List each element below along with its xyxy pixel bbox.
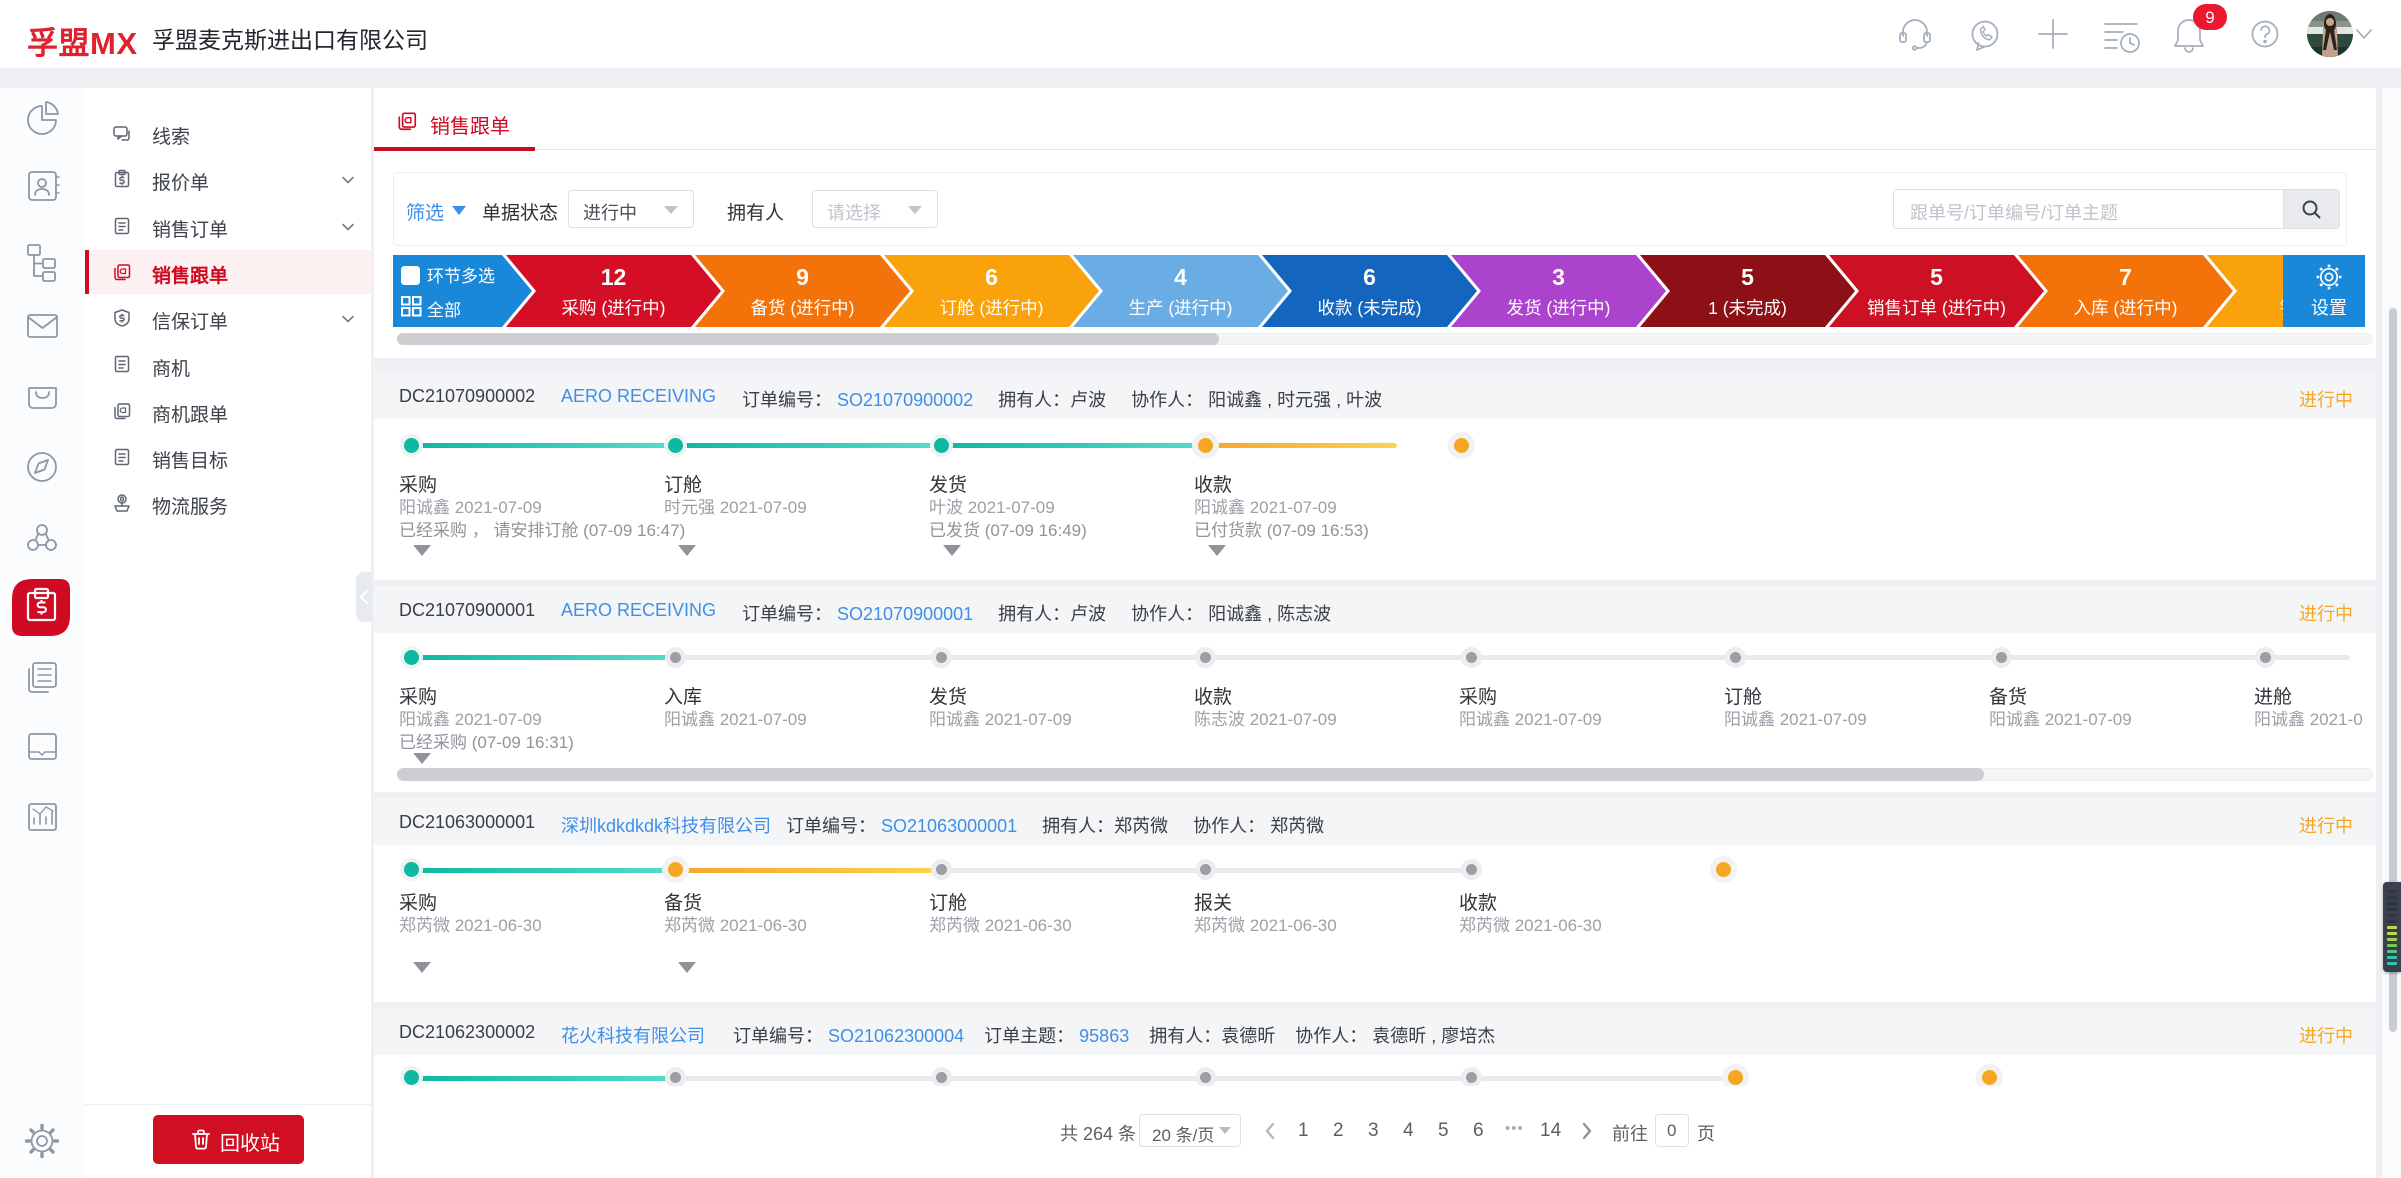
svg-text:5: 5 (1741, 264, 1754, 290)
svg-text:6: 6 (1363, 264, 1376, 290)
svg-text:12: 12 (601, 264, 627, 290)
svg-text:全部: 全部 (427, 301, 461, 320)
svg-text:1 (未完成): 1 (未完成) (1708, 298, 1787, 318)
svg-text:订舱 (进行中): 订舱 (进行中) (939, 298, 1043, 318)
svg-text:入库 (进行中): 入库 (进行中) (2073, 298, 2177, 318)
svg-text:销售订单 (进行中): 销售订单 (进行中) (1867, 298, 2006, 318)
svg-text:9: 9 (2205, 8, 2214, 27)
svg-text:环节多选: 环节多选 (427, 267, 495, 286)
svg-text:5: 5 (1930, 264, 1943, 290)
svg-text:4: 4 (1174, 264, 1187, 290)
svg-text:发货 (进行中): 发货 (进行中) (1506, 298, 1610, 318)
svg-text:备货 (进行中): 备货 (进行中) (750, 298, 854, 318)
svg-text:9: 9 (796, 264, 809, 290)
svg-text:收款 (未完成): 收款 (未完成) (1317, 298, 1421, 318)
svg-text:7: 7 (2119, 264, 2132, 290)
svg-text:设置: 设置 (2311, 298, 2347, 318)
svg-text:6: 6 (985, 264, 998, 290)
svg-text:采购 (进行中): 采购 (进行中) (561, 298, 665, 318)
svg-text:3: 3 (1552, 264, 1565, 290)
svg-text:生产 (进行中): 生产 (进行中) (1128, 298, 1232, 318)
